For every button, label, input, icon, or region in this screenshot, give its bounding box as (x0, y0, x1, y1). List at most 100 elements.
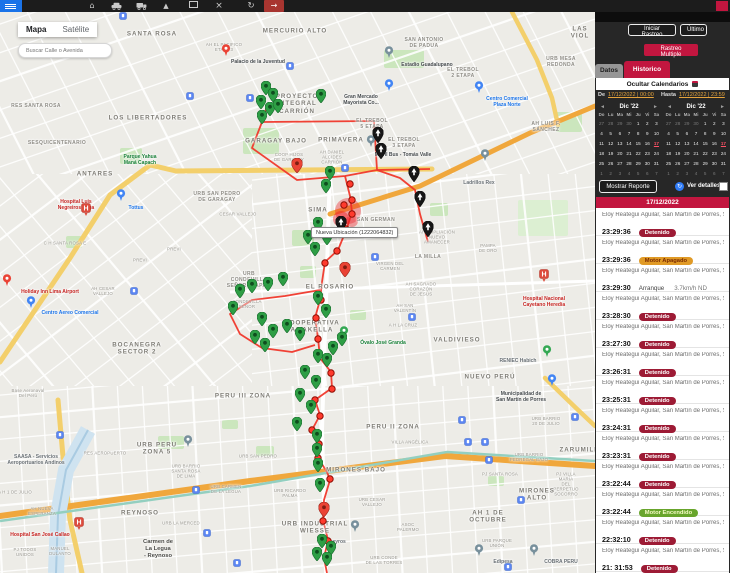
event-list[interactable]: Eloy Reategui Aguilar, San Martín de Por… (596, 208, 729, 573)
calendar-day[interactable]: 6 (643, 169, 652, 179)
calendar-day[interactable]: 15 (701, 139, 710, 149)
event-item[interactable]: Eloy Reategui Aguilar, San Martín de Por… (596, 404, 729, 433)
calendar-day[interactable]: 4 (597, 129, 606, 139)
calendar-day[interactable]: 25 (664, 159, 673, 169)
calendar-day[interactable]: 21 (624, 149, 633, 159)
satellite-type-button[interactable]: Satélite (54, 22, 98, 37)
calendar-day[interactable]: 7 (691, 129, 700, 139)
calendar-day[interactable]: 11 (597, 139, 606, 149)
calendar-day[interactable]: 30 (691, 119, 700, 129)
calendar-day[interactable]: 25 (597, 159, 606, 169)
menu-icon[interactable] (0, 0, 22, 12)
calendar-day[interactable]: 14 (691, 139, 700, 149)
calendar-day[interactable]: 10 (719, 129, 728, 139)
calendar-day[interactable]: 16 (710, 139, 719, 149)
calendar-day[interactable]: 18 (597, 149, 606, 159)
calendar-day[interactable]: 7 (719, 169, 728, 179)
show-report-button[interactable]: Mostrar Reporte (599, 180, 657, 193)
calendar-day[interactable]: 2 (643, 119, 652, 129)
multi-tracking-button[interactable]: Rastreo Multiple (644, 44, 698, 58)
calendar-day[interactable]: 24 (719, 149, 728, 159)
hide-calendars-toggle[interactable]: Ocultar Calendarios (596, 78, 729, 90)
map-type-button[interactable]: Mapa (18, 22, 55, 37)
calendar-day[interactable]: 28 (606, 119, 615, 129)
calendar-day[interactable]: 17 (719, 139, 728, 149)
calendar-day[interactable]: 6 (710, 169, 719, 179)
calendar-day[interactable]: 19 (606, 149, 615, 159)
calendar-day[interactable]: 2 (673, 169, 682, 179)
calendar-day[interactable]: 13 (615, 139, 624, 149)
calendar-day[interactable]: 12 (673, 139, 682, 149)
calendar-day[interactable]: 29 (682, 119, 691, 129)
calendar-day[interactable]: 2 (606, 169, 615, 179)
event-item[interactable]: Eloy Reategui Aguilar, San Martín de Por… (596, 208, 729, 237)
tab-datos[interactable]: Datos (595, 64, 623, 78)
notification-badge[interactable] (716, 1, 728, 11)
calendar-day[interactable]: 28 (691, 159, 700, 169)
calendar-day[interactable]: 30 (643, 159, 652, 169)
home-icon[interactable]: ⌂ (84, 0, 100, 12)
calendar-day[interactable]: 28 (673, 119, 682, 129)
calendar-day[interactable]: 23 (643, 149, 652, 159)
calendar-day[interactable]: 5 (701, 169, 710, 179)
calendar-day[interactable]: 20 (615, 149, 624, 159)
calendar-day[interactable]: 4 (624, 169, 633, 179)
calendar-day[interactable]: 31 (719, 159, 728, 169)
calendar-day[interactable]: 1 (634, 119, 643, 129)
calendar-day[interactable]: 5 (634, 169, 643, 179)
tab-historico[interactable]: Historico (624, 61, 670, 78)
calendar-day[interactable]: 3 (652, 119, 661, 129)
calendar-day[interactable]: 18 (664, 149, 673, 159)
calendar-day[interactable]: 26 (673, 159, 682, 169)
calendar-day[interactable]: 4 (691, 169, 700, 179)
calendar-day[interactable]: 22 (701, 149, 710, 159)
calendar-day[interactable]: 5 (606, 129, 615, 139)
calendar-day[interactable]: 8 (634, 129, 643, 139)
search-input[interactable] (24, 46, 111, 55)
details-refresh-icon[interactable]: ↻ (675, 182, 684, 191)
calendar-day[interactable]: 2 (710, 119, 719, 129)
window-icon[interactable] (185, 0, 201, 12)
calendar-day[interactable]: 5 (673, 129, 682, 139)
calendar-day[interactable]: 19 (673, 149, 682, 159)
calendar-day[interactable]: 3 (719, 119, 728, 129)
calendar-day[interactable]: 30 (710, 159, 719, 169)
warning-icon[interactable]: ▲ (158, 0, 174, 12)
calendar-day[interactable]: 27 (664, 119, 673, 129)
calendar-prev-icon[interactable]: ◄ (600, 104, 605, 110)
calendar-day[interactable]: 6 (615, 129, 624, 139)
calendar-day[interactable]: 27 (615, 159, 624, 169)
refresh-icon[interactable]: ↻ (243, 0, 259, 12)
calendar-next-icon[interactable]: ► (653, 104, 658, 110)
calendar-day[interactable]: 15 (634, 139, 643, 149)
calendar-day[interactable]: 23 (710, 149, 719, 159)
calendar-day[interactable]: 29 (701, 159, 710, 169)
calendar-day[interactable]: 8 (701, 129, 710, 139)
calendar-day[interactable]: 6 (682, 129, 691, 139)
calendar-day[interactable]: 3 (615, 169, 624, 179)
calendar-day[interactable]: 1 (597, 169, 606, 179)
calendar-day[interactable]: 14 (624, 139, 633, 149)
event-item[interactable]: Eloy Reategui Aguilar, San Martín de Por… (596, 488, 729, 517)
calendar-day[interactable]: 16 (643, 139, 652, 149)
event-item[interactable]: Eloy Reategui Aguilar, San Martín de Por… (596, 292, 729, 321)
last-position-button[interactable]: Último (680, 24, 707, 36)
calendar-day[interactable]: 3 (682, 169, 691, 179)
calendar-day[interactable]: 13 (682, 139, 691, 149)
calendar-day[interactable]: 28 (624, 159, 633, 169)
event-item[interactable]: Eloy Reategui Aguilar, San Martín de Por… (596, 432, 729, 461)
calendar-day[interactable]: 1 (664, 169, 673, 179)
sign-out-icon[interactable]: → (264, 0, 284, 12)
calendar-day[interactable]: 11 (664, 139, 673, 149)
calendar-day[interactable]: 7 (652, 169, 661, 179)
car-icon[interactable] (108, 0, 124, 12)
event-item[interactable]: Eloy Reategui Aguilar, San Martín de Por… (596, 460, 729, 489)
truck-icon[interactable] (133, 0, 149, 12)
event-item[interactable]: Eloy Reategui Aguilar, San Martín de Por… (596, 236, 729, 265)
calendar-day[interactable]: 29 (634, 159, 643, 169)
calendar-day[interactable]: 4 (664, 129, 673, 139)
map-canvas[interactable]: H H H SANTA ROSA MERCURIO ALTO AH EL PACIFICO… (0, 0, 595, 573)
calendar-day[interactable]: 22 (634, 149, 643, 159)
calendar-day[interactable]: 10 (652, 129, 661, 139)
calendar-day[interactable]: 24 (652, 149, 661, 159)
